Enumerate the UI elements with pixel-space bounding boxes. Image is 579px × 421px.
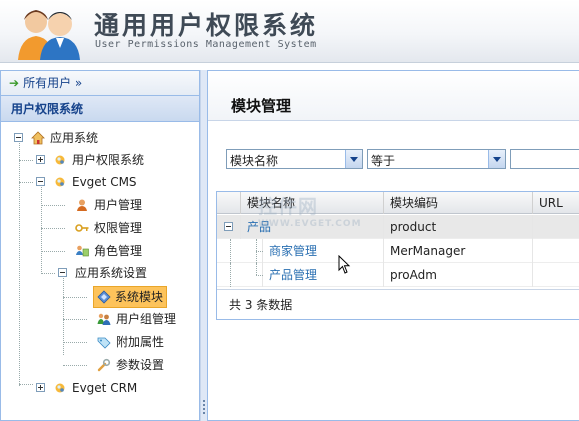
wrench-icon <box>97 358 111 372</box>
tree-node-parameter-settings[interactable]: 参数设置 <box>1 354 199 376</box>
tree-label: 附加属性 <box>116 335 165 349</box>
all-users-link[interactable]: ➔ 所有用户 » <box>1 71 199 96</box>
field-select-value: 模块名称 <box>230 154 279 168</box>
app-title: 通用用户权限系统 <box>94 11 319 40</box>
tree-label: 权限管理 <box>94 221 143 235</box>
app-subtitle: User Permissions Management System <box>95 39 317 50</box>
orb-icon <box>55 155 65 165</box>
column-header-url[interactable]: URL <box>533 192 579 214</box>
module-icon <box>97 290 111 304</box>
filter-toolbar: 模块名称 等于 <box>216 133 579 177</box>
main-panel: 模块管理 模块名称 等于 模块名称 模块编码 URL 产品 product 商家… <box>207 70 579 421</box>
app-tree: 应用系统 用户权限系统 Evget CMS 用户管理 权限管理 角色管理 应用系… <box>1 122 199 412</box>
tree-label: 用户权限系统 <box>72 153 145 167</box>
table-row[interactable]: 产品 product <box>217 215 579 239</box>
tree-node-evget-cms[interactable]: Evget CMS <box>1 171 199 193</box>
role-icon <box>76 245 89 257</box>
collapse-toggle-icon[interactable] <box>58 268 67 277</box>
tree-label: 用户管理 <box>94 198 143 212</box>
field-select[interactable]: 模块名称 <box>226 149 363 169</box>
tree-node-evget-crm[interactable]: Evget CRM <box>1 377 199 399</box>
tree-node-user-management[interactable]: 用户管理 <box>1 194 199 216</box>
expand-toggle-icon[interactable] <box>36 155 45 164</box>
tree-label: Evget CRM <box>72 381 138 395</box>
tree-node-app-systems[interactable]: 应用系统 <box>1 127 199 149</box>
module-name-cell[interactable]: 产品管理 <box>263 263 384 287</box>
page-title: 模块管理 <box>231 97 292 115</box>
tree-label: Evget CMS <box>72 175 137 189</box>
column-header-code[interactable]: 模块编码 <box>384 192 533 214</box>
tree-node-app-settings[interactable]: 应用系统设置 <box>1 262 199 284</box>
arrow-right-icon: ➔ <box>9 76 20 90</box>
orb-icon <box>55 383 65 393</box>
main-header: 模块管理 <box>208 71 579 121</box>
selected-node-highlight: 系统模块 <box>93 286 167 308</box>
expand-toggle-icon[interactable] <box>36 383 45 392</box>
collapse-toggle-icon[interactable] <box>224 222 233 231</box>
tree-label: 角色管理 <box>94 244 143 258</box>
operator-select[interactable]: 等于 <box>367 149 506 169</box>
group-icon <box>97 313 111 325</box>
tree-node-role-management[interactable]: 角色管理 <box>1 240 199 262</box>
row-toggle-cell <box>217 215 241 239</box>
row-indent <box>217 239 263 263</box>
user-icon <box>77 199 87 211</box>
panel-splitter[interactable] <box>200 70 207 421</box>
tree-node-user-permission-system[interactable]: 用户权限系统 <box>1 149 199 171</box>
tree-node-user-group-management[interactable]: 用户组管理 <box>1 308 199 330</box>
module-name-cell[interactable]: 产品 <box>241 215 384 239</box>
tree-node-permission-management[interactable]: 权限管理 <box>1 217 199 239</box>
table-row[interactable]: 商家管理 MerManager <box>217 239 579 263</box>
orb-icon <box>55 177 65 187</box>
sidebar-title: 用户权限系统 <box>1 96 199 122</box>
collapse-toggle-icon[interactable] <box>36 177 45 186</box>
house-icon <box>31 131 45 145</box>
module-grid: 模块名称 模块编码 URL 产品 product 商家管理 MerManager… <box>216 191 579 320</box>
chevron-down-icon[interactable] <box>345 150 362 168</box>
app-header: 通用用户权限系统 User Permissions Management Sys… <box>0 0 579 63</box>
splitter-grip-icon[interactable] <box>203 400 205 414</box>
collapse-toggle-icon[interactable] <box>14 133 23 142</box>
grid-header: 模块名称 模块编码 URL <box>217 192 579 214</box>
tree-label: 应用系统设置 <box>75 266 148 280</box>
module-code-cell: MerManager <box>384 239 533 263</box>
tree-label: 用户组管理 <box>116 312 177 326</box>
tree-label: 系统模块 <box>115 290 164 304</box>
module-name-cell[interactable]: 商家管理 <box>263 239 384 263</box>
tree-label: 参数设置 <box>116 358 165 372</box>
users-logo-icon <box>18 10 80 60</box>
tag-icon <box>97 337 111 349</box>
module-url-cell <box>533 215 579 239</box>
module-code-cell: product <box>384 215 533 239</box>
tree-node-system-modules[interactable]: 系统模块 <box>1 286 199 308</box>
chevron-down-icon[interactable] <box>488 150 505 168</box>
tree-label: 应用系统 <box>50 131 99 145</box>
sidebar: ➔ 所有用户 » 用户权限系统 应用系统 用户权限系统 Evget CMS 用户… <box>0 70 200 421</box>
column-header-name[interactable]: 模块名称 <box>241 192 384 214</box>
key-icon <box>75 224 89 232</box>
row-indent <box>217 263 263 287</box>
module-code-cell: proAdm <box>384 263 533 287</box>
table-row[interactable]: 产品管理 proAdm <box>217 263 579 287</box>
grid-header-spacer <box>217 192 241 214</box>
mouse-cursor-icon <box>338 255 351 274</box>
query-input[interactable] <box>510 149 579 169</box>
all-users-label: 所有用户 » <box>23 76 83 90</box>
module-url-cell <box>533 239 579 263</box>
module-url-cell <box>533 263 579 287</box>
operator-select-value: 等于 <box>371 154 396 168</box>
grid-footer-count: 共 3 条数据 <box>217 289 579 319</box>
tree-node-extra-attributes[interactable]: 附加属性 <box>1 331 199 353</box>
